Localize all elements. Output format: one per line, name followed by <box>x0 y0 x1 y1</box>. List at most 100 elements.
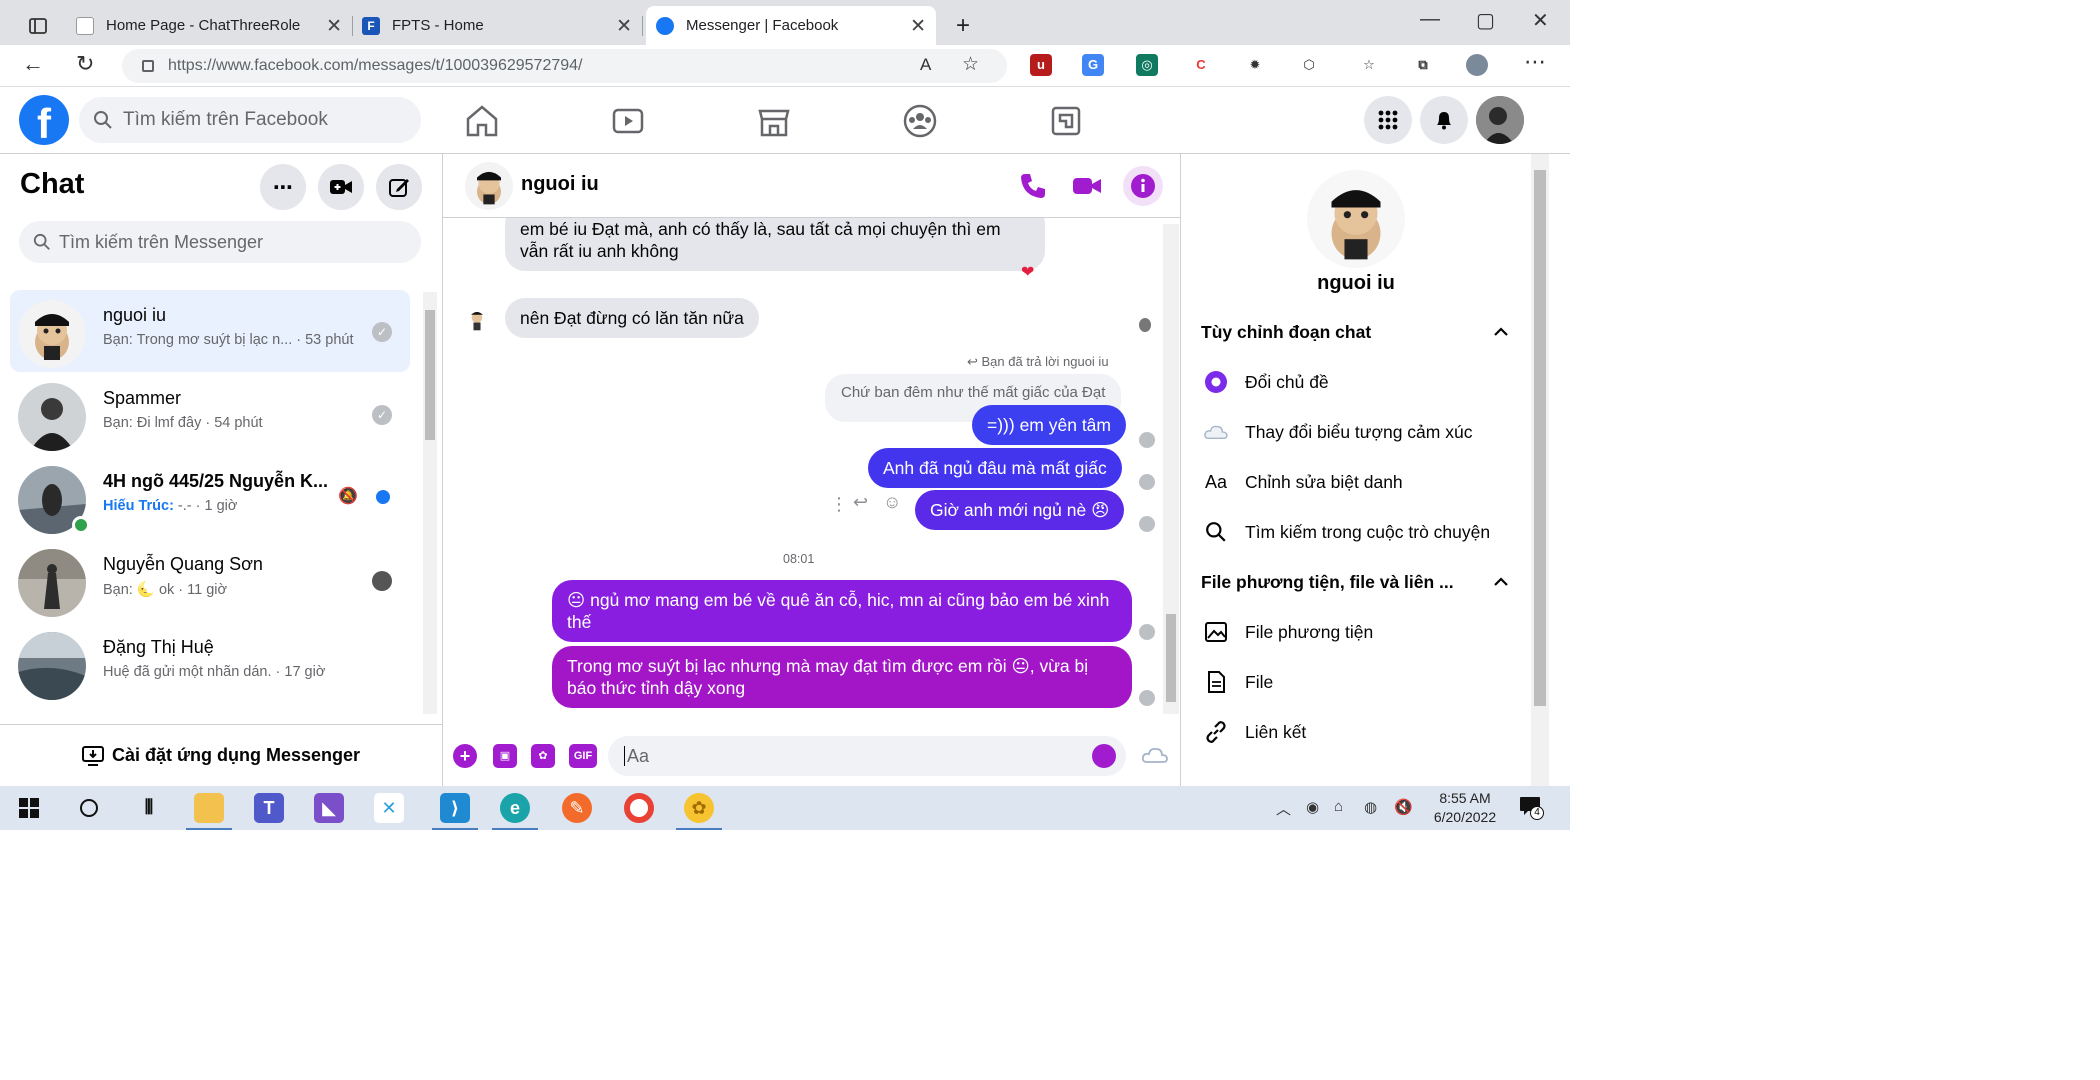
contact-name[interactable]: nguoi iu <box>521 173 599 196</box>
customize-chat-section[interactable]: Tùy chỉnh đoạn chat <box>1201 312 1521 352</box>
app-orange-icon[interactable]: ✎ <box>562 793 592 823</box>
conversation-item[interactable]: Spammer Bạn: Đi lmf đây · 54 phút ✓ <box>10 373 410 455</box>
taskbar-clock[interactable]: 8:55 AM 6/20/2022 <box>1420 789 1510 827</box>
scrollbar-thumb[interactable] <box>425 310 435 440</box>
conversation-item[interactable]: Nguyễn Quang Sơn Bạn: 🌜 ok · 11 giờ <box>10 539 410 621</box>
conversation-scrollbar[interactable] <box>1163 224 1179 714</box>
home-icon[interactable] <box>462 101 502 141</box>
outgoing-message[interactable]: Anh đã ngủ đâu mà mất giấc <box>868 448 1122 488</box>
conversation-item[interactable]: 4H ngõ 445/25 Nguyễn K... Hiếu Trúc: -.-… <box>10 456 410 538</box>
url-field[interactable]: https://www.facebook.com/messages/t/1000… <box>122 49 1007 83</box>
notifications-button[interactable] <box>1420 96 1468 144</box>
minimize-icon[interactable]: — <box>1420 8 1440 31</box>
outgoing-message[interactable]: 😐 ngủ mơ mang em bé về quê ăn cỗ, hic, m… <box>552 580 1132 642</box>
favorites-list-icon[interactable]: ☆ <box>1358 54 1380 76</box>
refresh-icon[interactable]: ↻ <box>76 51 94 77</box>
react-emoji-icon[interactable]: ☺ <box>883 492 901 513</box>
edit-nickname-item[interactable]: Aa Chỉnh sửa biệt danh <box>1201 462 1521 502</box>
green-extension-icon[interactable]: ◎ <box>1136 54 1158 76</box>
menu-grid-button[interactable] <box>1364 96 1412 144</box>
facebook-search-input[interactable]: Tìm kiếm trên Facebook <box>79 97 421 143</box>
favorite-star-icon[interactable]: ☆ <box>962 53 979 76</box>
chrome-icon[interactable] <box>624 793 654 823</box>
edge-browser-icon[interactable]: e <box>492 793 538 830</box>
conversation-item[interactable]: Đặng Thị Huệ Huệ đã gửi một nhãn dán. · … <box>10 622 410 704</box>
new-tab-button[interactable]: + <box>946 6 982 45</box>
phone-call-icon[interactable] <box>1017 170 1049 202</box>
close-tab-icon[interactable]: ✕ <box>910 15 926 38</box>
teams-icon[interactable]: T <box>254 793 284 823</box>
like-cloud-icon[interactable] <box>1141 744 1169 766</box>
file-explorer-icon[interactable] <box>186 793 232 830</box>
tab-messenger[interactable]: Messenger | Facebook ✕ <box>646 6 936 45</box>
more-menu-icon[interactable]: ⋯ <box>1524 49 1546 75</box>
chat-options-button[interactable]: ⋯ <box>260 164 306 210</box>
search-circle-icon[interactable] <box>74 793 104 823</box>
translate-extension-icon[interactable]: G <box>1082 54 1104 76</box>
gaming-icon[interactable] <box>1046 101 1086 141</box>
volume-muted-icon[interactable]: 🔇 <box>1394 798 1413 816</box>
app-yellow-icon[interactable]: ✿ <box>676 793 722 830</box>
sticker-icon[interactable]: ✿ <box>531 744 555 768</box>
show-hidden-icons-chevron[interactable]: ︿ <box>1276 798 1291 819</box>
message-input[interactable]: Aa <box>608 736 1126 776</box>
new-message-button[interactable] <box>376 164 422 210</box>
watch-icon[interactable] <box>608 101 648 141</box>
visual-studio-icon[interactable]: ◣ <box>314 793 344 823</box>
notification-center-button[interactable]: 4 <box>1518 794 1544 820</box>
close-window-icon[interactable]: ✕ <box>1532 8 1549 33</box>
contact-avatar-large[interactable] <box>1307 170 1405 268</box>
ublock-extension-icon[interactable]: u <box>1030 54 1052 76</box>
reply-icon[interactable]: ↩ <box>853 492 868 513</box>
vscode-icon[interactable]: ⟩ <box>432 793 478 830</box>
outgoing-message[interactable]: =))) em yên tâm <box>972 405 1126 445</box>
incoming-message[interactable]: nên Đạt đừng có lăn tăn nữa <box>505 298 759 338</box>
account-avatar[interactable] <box>1476 96 1524 144</box>
collections-icon[interactable]: ⧉ <box>1412 54 1434 76</box>
groups-icon[interactable] <box>900 101 940 141</box>
outgoing-message[interactable]: Giờ anh mới ngủ nè 😠 <box>915 490 1125 530</box>
close-tab-icon[interactable]: ✕ <box>326 15 342 38</box>
incoming-message[interactable]: em bé iu Đạt mà, anh có thấy là, sau tất… <box>505 218 1045 271</box>
more-actions-icon[interactable]: ⋮ <box>830 494 848 515</box>
contact-avatar[interactable] <box>465 162 513 210</box>
new-room-button[interactable] <box>318 164 364 210</box>
video-call-icon[interactable] <box>1071 170 1103 202</box>
c-extension-icon[interactable]: C <box>1190 54 1212 76</box>
conversation-item[interactable]: nguoi iu Bạn: Trong mơ suýt bị lạc n... … <box>10 290 410 372</box>
task-view-icon[interactable]: ⫴ <box>134 793 164 823</box>
media-item[interactable]: File phương tiện <box>1201 612 1521 652</box>
windows-start-icon[interactable] <box>14 793 44 823</box>
tray-network-icon[interactable]: ⌂ <box>1334 798 1343 815</box>
gif-icon[interactable]: GIF <box>569 744 597 768</box>
chat-list-scrollbar[interactable] <box>423 292 437 714</box>
bug-extension-icon[interactable]: ✹ <box>1244 54 1266 76</box>
profile-avatar[interactable] <box>1466 54 1488 76</box>
close-tab-icon[interactable]: ✕ <box>616 15 632 38</box>
install-messenger-button[interactable]: Cài đặt ứng dụng Messenger <box>0 724 442 786</box>
marketplace-icon[interactable] <box>754 101 794 141</box>
heart-reaction-icon[interactable]: ❤ <box>1021 262 1034 282</box>
attach-photo-icon[interactable]: ▣ <box>493 744 517 768</box>
outgoing-message[interactable]: Trong mơ suýt bị lạc nhưng mà may đạt tì… <box>552 646 1132 708</box>
info-button[interactable] <box>1123 166 1163 206</box>
search-in-conversation-item[interactable]: Tìm kiếm trong cuộc trò chuyện <box>1201 512 1521 552</box>
app-xml-icon[interactable]: ✕ <box>374 793 404 823</box>
media-files-section[interactable]: File phương tiện, file và liên ... <box>1201 562 1521 602</box>
tray-app-icon[interactable]: ◉ <box>1306 798 1319 816</box>
change-theme-item[interactable]: Đổi chủ đề <box>1201 362 1521 402</box>
facebook-logo[interactable]: f <box>19 95 69 145</box>
back-icon[interactable]: ← <box>22 51 44 77</box>
read-aloud-icon[interactable]: A <box>920 55 931 75</box>
wifi-icon[interactable]: ◍ <box>1364 798 1377 816</box>
change-emoji-item[interactable]: Thay đổi biểu tượng cảm xúc <box>1201 412 1521 452</box>
maximize-icon[interactable]: ▢ <box>1476 8 1495 33</box>
files-item[interactable]: File <box>1201 662 1521 702</box>
scrollbar-thumb[interactable] <box>1534 170 1546 706</box>
tab-actions-button[interactable] <box>18 6 58 45</box>
extensions-puzzle-icon[interactable]: ⬡ <box>1298 54 1320 76</box>
more-actions-plus-icon[interactable]: + <box>453 744 477 768</box>
tab-fpts[interactable]: F FPTS - Home ✕ <box>352 6 643 45</box>
tab-home-page[interactable]: Home Page - ChatThreeRole ✕ <box>66 6 353 45</box>
links-item[interactable]: Liên kết <box>1201 712 1521 752</box>
